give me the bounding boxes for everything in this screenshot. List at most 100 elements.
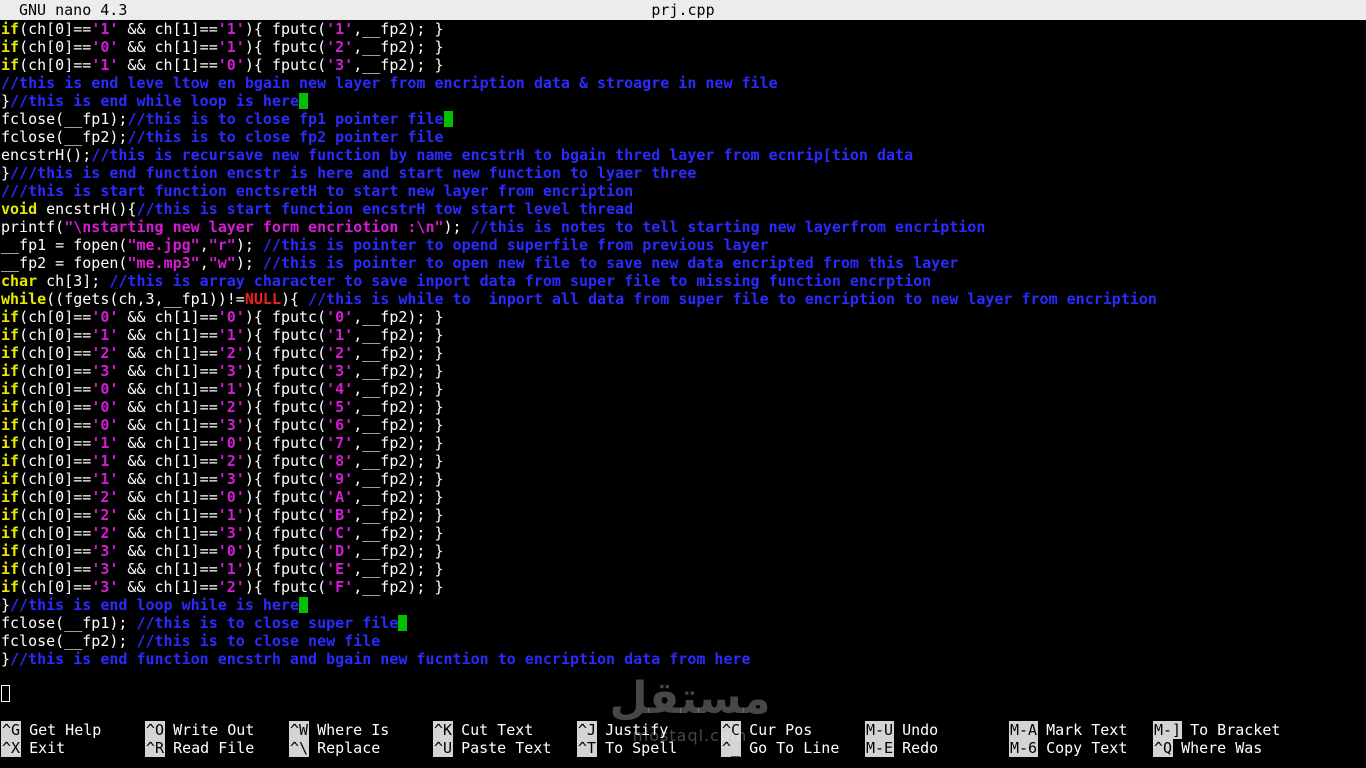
code-keyword: if bbox=[1, 344, 20, 362]
shortcut-item[interactable]: ^T To Spell bbox=[577, 739, 677, 757]
shortcut-label: Cut Text bbox=[461, 721, 534, 739]
code-line[interactable]: if(ch[0]=='1' && ch[1]=='2'){ fputc('8',… bbox=[1, 452, 1365, 470]
code-line[interactable]: if(ch[0]=='3' && ch[1]=='3'){ fputc('3',… bbox=[1, 362, 1365, 380]
trailing-whitespace-marker bbox=[443, 111, 453, 127]
shortcut-key: ^J bbox=[577, 721, 598, 739]
code-line[interactable]: printf("\nstarting new layer form encrio… bbox=[1, 218, 1365, 236]
shortcut-item[interactable]: ^C Cur Pos bbox=[721, 721, 812, 739]
shortcut-item[interactable]: ^R Read File bbox=[145, 739, 254, 757]
code-text: && ch[1]== bbox=[118, 20, 218, 38]
code-line[interactable]: if(ch[0]=='0' && ch[1]=='0'){ fputc('0',… bbox=[1, 308, 1365, 326]
code-line[interactable]: if(ch[0]=='2' && ch[1]=='2'){ fputc('2',… bbox=[1, 344, 1365, 362]
code-line[interactable]: __fp1 = fopen("me.jpg","r"); //this is p… bbox=[1, 236, 1365, 254]
shortcut-key: M-A bbox=[1009, 721, 1039, 739]
code-line[interactable]: if(ch[0]=='1' && ch[1]=='0'){ fputc('7',… bbox=[1, 434, 1365, 452]
code-line[interactable]: void encstrH(){//this is start function … bbox=[1, 200, 1365, 218]
code-string: '0' bbox=[217, 488, 245, 506]
shortcut-key: M-U bbox=[865, 721, 895, 739]
code-line[interactable]: fclose(__fp1); //this is to close super … bbox=[1, 614, 1365, 632]
code-line[interactable]: if(ch[0]=='3' && ch[1]=='0'){ fputc('D',… bbox=[1, 542, 1365, 560]
code-line[interactable]: if(ch[0]=='1' && ch[1]=='1'){ fputc('1',… bbox=[1, 326, 1365, 344]
code-line[interactable]: if(ch[0]=='3' && ch[1]=='2'){ fputc('F',… bbox=[1, 578, 1365, 596]
code-line[interactable]: if(ch[0]=='3' && ch[1]=='1'){ fputc('E',… bbox=[1, 560, 1365, 578]
shortcut-item[interactable]: M-U Undo bbox=[865, 721, 938, 739]
code-comment: //this is while to inport all data from … bbox=[308, 290, 1157, 308]
code-line[interactable]: //this is end leve ltow en bgain new lay… bbox=[1, 74, 1365, 92]
shortcut-key: ^W bbox=[289, 721, 310, 739]
code-line[interactable]: if(ch[0]=='1' && ch[1]=='3'){ fputc('9',… bbox=[1, 470, 1365, 488]
code-line[interactable]: ///this is start function enctsretH to s… bbox=[1, 182, 1365, 200]
shortcut-item[interactable]: M-E Redo bbox=[865, 739, 938, 757]
code-string: '9' bbox=[326, 470, 354, 488]
code-line[interactable]: if(ch[0]=='2' && ch[1]=='1'){ fputc('B',… bbox=[1, 506, 1365, 524]
trailing-whitespace-marker bbox=[299, 597, 309, 613]
shortcut-label: Paste Text bbox=[461, 739, 552, 757]
code-text: ){ fputc( bbox=[244, 56, 327, 74]
editor-text-area[interactable]: if(ch[0]=='1' && ch[1]=='1'){ fputc('1',… bbox=[1, 20, 1365, 680]
code-line[interactable]: if(ch[0]=='0' && ch[1]=='1'){ fputc('2',… bbox=[1, 38, 1365, 56]
shortcut-item[interactable]: M-] To Bracket bbox=[1153, 721, 1280, 739]
code-line[interactable]: if(ch[0]=='2' && ch[1]=='3'){ fputc('C',… bbox=[1, 524, 1365, 542]
code-keyword: if bbox=[1, 488, 20, 506]
code-line[interactable]: if(ch[0]=='0' && ch[1]=='3'){ fputc('6',… bbox=[1, 416, 1365, 434]
code-comment: //this is end leve ltow en bgain new lay… bbox=[1, 74, 778, 92]
code-keyword: if bbox=[1, 578, 20, 596]
code-string: 'C' bbox=[326, 524, 354, 542]
code-line[interactable]: }//this is end loop while is here bbox=[1, 596, 1365, 614]
shortcut-item[interactable]: ^J Justify bbox=[577, 721, 668, 739]
code-line[interactable]: if(ch[0]=='2' && ch[1]=='0'){ fputc('A',… bbox=[1, 488, 1365, 506]
code-text: ){ fputc( bbox=[244, 308, 327, 326]
code-keyword: if bbox=[1, 434, 20, 452]
code-string: "r" bbox=[208, 236, 236, 254]
code-string: '1' bbox=[91, 452, 119, 470]
code-line[interactable]: fclose(__fp2);//this is to close fp2 poi… bbox=[1, 128, 1365, 146]
shortcut-item[interactable]: M-6 Copy Text bbox=[1009, 739, 1127, 757]
code-line[interactable]: if(ch[0]=='0' && ch[1]=='1'){ fputc('4',… bbox=[1, 380, 1365, 398]
code-comment: //this is to close new file bbox=[136, 632, 381, 650]
code-line[interactable]: fclose(__fp1);//this is to close fp1 poi… bbox=[1, 110, 1365, 128]
trailing-whitespace-marker bbox=[299, 93, 309, 109]
code-line[interactable]: char ch[3]; //this is array character to… bbox=[1, 272, 1365, 290]
code-keyword: if bbox=[1, 560, 20, 578]
shortcut-item[interactable]: ^\ Replace bbox=[289, 739, 380, 757]
code-line[interactable]: encstrH();//this is recursave new functi… bbox=[1, 146, 1365, 164]
code-line[interactable]: if(ch[0]=='1' && ch[1]=='1'){ fputc('1',… bbox=[1, 20, 1365, 38]
shortcut-item[interactable]: ^X Exit bbox=[1, 739, 65, 757]
shortcut-key: ^U bbox=[433, 739, 454, 757]
shortcut-item[interactable]: ^_ Go To Line bbox=[721, 739, 839, 757]
code-string: "me.jpg" bbox=[127, 236, 200, 254]
code-text: ,__fp2); } bbox=[353, 20, 444, 38]
code-line[interactable]: }//this is end function encstrh and bgai… bbox=[1, 650, 1365, 668]
code-text: && ch[1]== bbox=[118, 398, 218, 416]
shortcut-item[interactable]: ^G Get Help bbox=[1, 721, 101, 739]
shortcut-item[interactable]: ^W Where Is bbox=[289, 721, 389, 739]
code-text: ){ fputc( bbox=[244, 452, 327, 470]
code-line[interactable]: fclose(__fp2); //this is to close new fi… bbox=[1, 632, 1365, 650]
code-line[interactable]: if(ch[0]=='1' && ch[1]=='0'){ fputc('3',… bbox=[1, 56, 1365, 74]
shortcut-item[interactable]: ^K Cut Text bbox=[433, 721, 533, 739]
shortcut-label: Read File bbox=[173, 739, 255, 757]
code-line[interactable]: }//this is end while loop is here bbox=[1, 92, 1365, 110]
shortcut-item[interactable]: ^U Paste Text bbox=[433, 739, 551, 757]
shortcut-item[interactable]: M-A Mark Text bbox=[1009, 721, 1127, 739]
code-text: && ch[1]== bbox=[118, 560, 218, 578]
code-keyword: if bbox=[1, 326, 20, 344]
code-text: ,__fp2); } bbox=[353, 326, 444, 344]
watermark-arabic: مستقل bbox=[609, 673, 771, 724]
shortcut-label: Go To Line bbox=[749, 739, 840, 757]
shortcut-item[interactable]: ^O Write Out bbox=[145, 721, 254, 739]
code-text: ){ fputc( bbox=[244, 506, 327, 524]
code-comment: //this is end while loop is here bbox=[10, 92, 300, 110]
shortcut-key: ^R bbox=[145, 739, 166, 757]
code-text: ,__fp2); } bbox=[353, 560, 444, 578]
code-line[interactable]: while((fgets(ch,3,__fp1))!=NULL){ //this… bbox=[1, 290, 1365, 308]
code-line[interactable]: __fp2 = fopen("me.mp3","w"); //this is p… bbox=[1, 254, 1365, 272]
code-string: 'B' bbox=[326, 506, 354, 524]
code-string: '1' bbox=[91, 56, 119, 74]
code-text: ); bbox=[443, 218, 471, 236]
code-text: && ch[1]== bbox=[118, 578, 218, 596]
code-keyword: if bbox=[1, 38, 20, 56]
code-line[interactable]: }///this is end function encstr is here … bbox=[1, 164, 1365, 182]
code-line[interactable]: if(ch[0]=='0' && ch[1]=='2'){ fputc('5',… bbox=[1, 398, 1365, 416]
shortcut-item[interactable]: ^Q Where Was bbox=[1153, 739, 1262, 757]
